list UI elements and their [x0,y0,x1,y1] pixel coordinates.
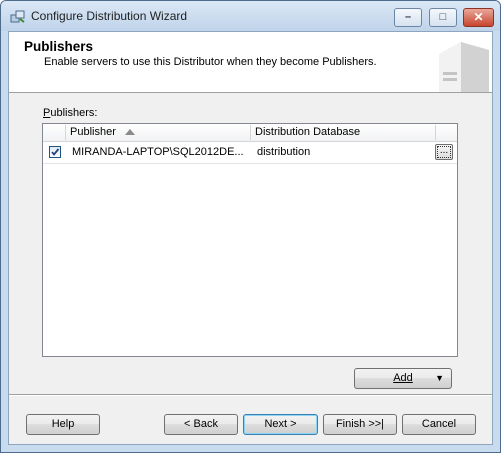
page-title: Publishers [24,39,94,54]
help-button[interactable]: Help [26,414,100,435]
sort-ascending-icon [125,129,135,135]
cancel-button[interactable]: Cancel [402,414,476,435]
finish-button-label: Finish >>| [335,418,385,430]
publishers-label: Publishers: [43,107,98,119]
add-button-label: Add [393,372,413,384]
back-button[interactable]: < Back [164,414,238,435]
title-bar[interactable]: Configure Distribution Wizard – □ ✕ [1,1,500,31]
table-row[interactable]: MIRANDA-LAPTOP\SQL2012DE... distribution… [43,141,457,164]
column-header-distribution-database[interactable]: Distribution Database [255,126,360,138]
finish-button[interactable]: Finish >>| [323,414,397,435]
publishers-label-rest: ublishers: [50,107,98,119]
grid-header-row: Publisher Distribution Database [43,124,457,142]
cancel-button-label: Cancel [421,418,457,430]
page-subtitle: Enable servers to use this Distributor w… [44,56,377,68]
column-separator[interactable] [435,125,436,140]
close-icon: ✕ [473,10,484,24]
ellipsis-button[interactable]: ... [435,144,453,160]
window-title: Configure Distribution Wizard [31,9,188,23]
checkmark-icon [51,148,60,156]
help-button-label: Help [51,418,75,430]
distribution-database-cell[interactable]: distribution [257,146,310,158]
wizard-app-icon [10,10,25,23]
wizard-window: Configure Distribution Wizard – □ ✕ Publ… [0,0,501,453]
add-button[interactable]: Add ▼ [354,368,452,389]
dropdown-arrow-icon: ▼ [435,373,444,383]
wizard-client-area: Publishers Enable servers to use this Di… [8,31,493,445]
next-button-label: Next > [264,418,297,430]
minimize-icon: – [404,11,412,23]
column-separator[interactable] [65,125,66,140]
publishers-grid[interactable]: Publisher Distribution Database MIRANDA-… [42,123,458,357]
publisher-enabled-checkbox[interactable] [49,146,61,158]
minimize-button[interactable]: – [394,8,422,27]
publisher-name-cell[interactable]: MIRANDA-LAPTOP\SQL2012DE... [72,146,244,158]
column-header-publisher[interactable]: Publisher [70,126,116,138]
next-button[interactable]: Next > [243,414,318,435]
maximize-icon: □ [439,11,447,23]
column-separator[interactable] [250,125,251,140]
footer-divider-highlight [9,395,492,396]
maximize-button[interactable]: □ [429,8,457,27]
close-button[interactable]: ✕ [463,8,494,27]
back-button-label: < Back [184,418,218,430]
server-tower-icon [439,42,489,92]
focus-rectangle [437,146,451,158]
wizard-header: Publishers Enable servers to use this Di… [9,32,492,93]
